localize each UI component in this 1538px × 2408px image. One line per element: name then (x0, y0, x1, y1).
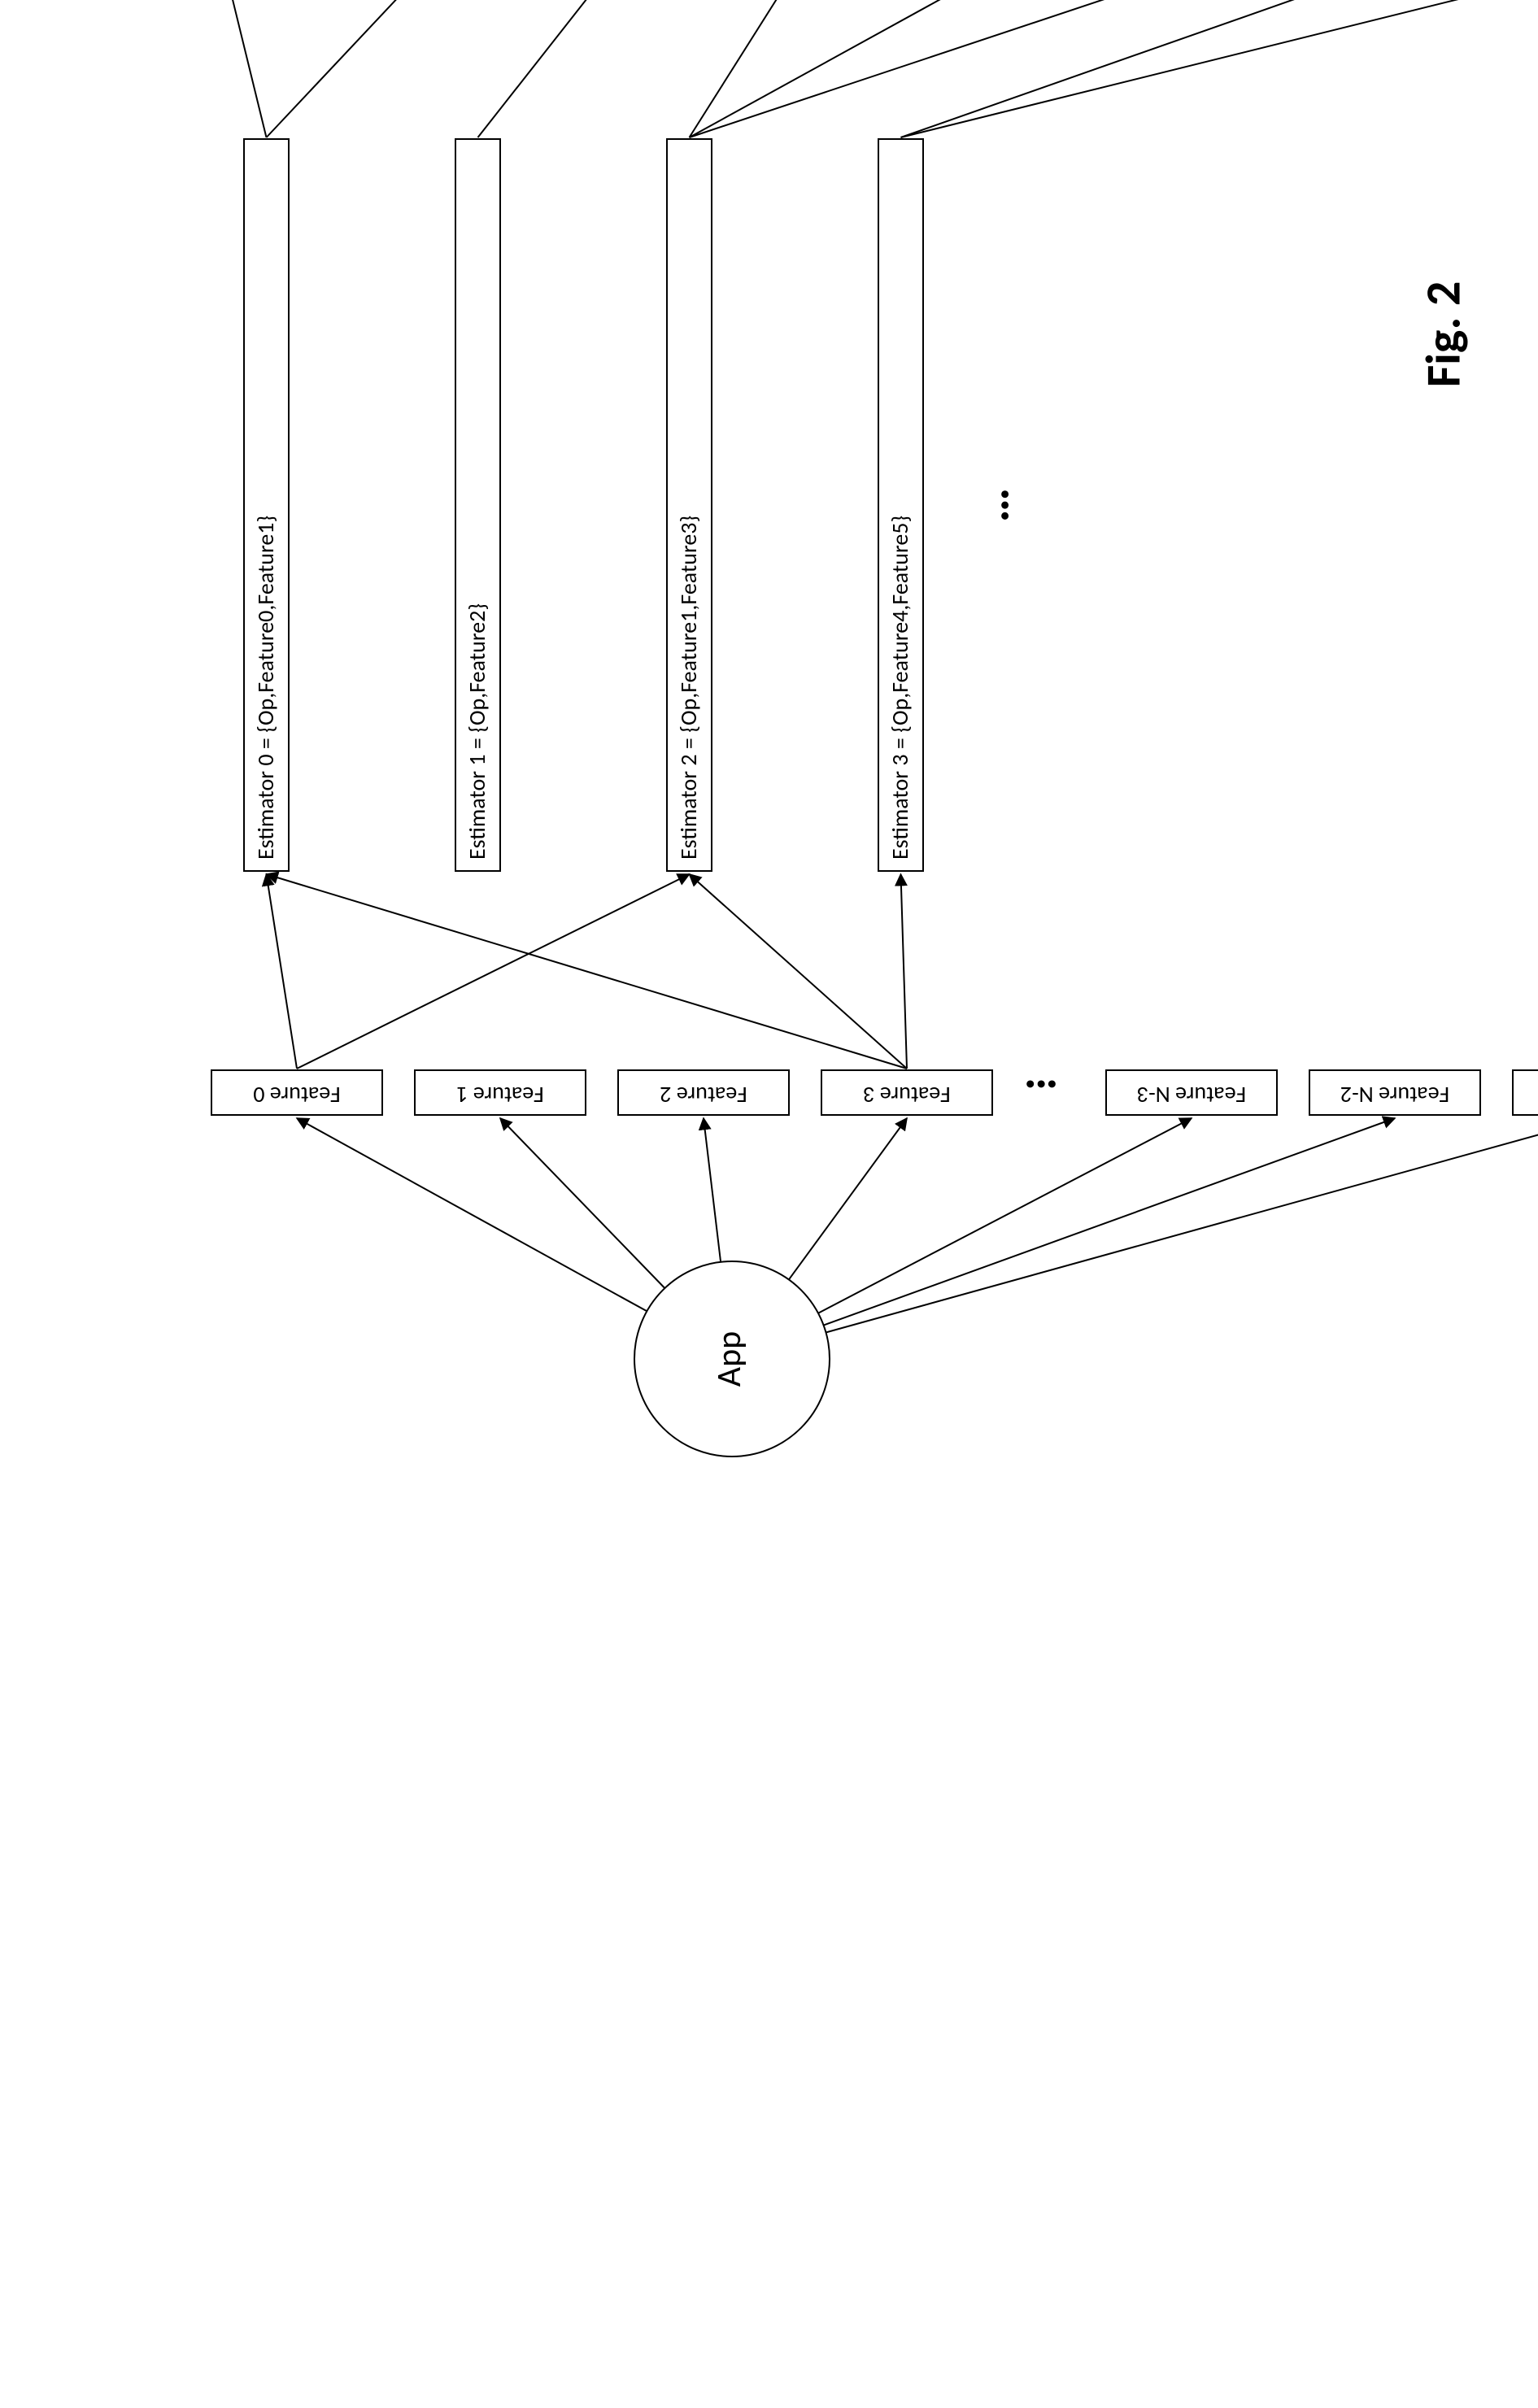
edge (690, 874, 908, 1069)
estimator-label: Estimator 1 = {Op,Feature2} (463, 603, 491, 860)
feature-label: Feature 0 (253, 1081, 340, 1109)
estimator-label: Estimator 3 = {Op,Feature4,Feature5} (886, 516, 914, 860)
feature-label: Feature 3 (863, 1081, 950, 1109)
feature-label: Feature 1 (456, 1081, 543, 1109)
edge (297, 874, 690, 1069)
edge (818, 1118, 1192, 1313)
app-label: App (708, 1331, 750, 1387)
edge (901, 0, 1538, 137)
estimator-label: Estimator 0 = {Op,Feature0,Feature1} (251, 516, 280, 860)
edge (500, 1118, 664, 1288)
edge (267, 874, 908, 1069)
figure-label: Fig. 2 (1414, 281, 1474, 388)
feature-ellipsis: … (1024, 1067, 1059, 1126)
edge (901, 874, 908, 1069)
edge (267, 874, 298, 1069)
edge (826, 1118, 1538, 1332)
diagram-svg: App Feature 0 Feature 1 Feature 2 Feature 3 F… (0, 0, 1538, 2408)
edge (478, 0, 603, 137)
feature-label: Feature 2 (660, 1081, 747, 1109)
feature-label: Feature N-3 (1137, 1081, 1246, 1109)
edge (228, 0, 267, 137)
edge (824, 1118, 1395, 1326)
edge (704, 1118, 721, 1262)
feature-box (1513, 1070, 1538, 1115)
edge (267, 0, 416, 137)
estimator-ellipsis: … (963, 488, 1022, 523)
edge (901, 0, 1351, 137)
estimator-label: Estimator 2 = {Op,Feature1,Feature3} (674, 516, 703, 860)
feature-label: Feature N-2 (1340, 1081, 1449, 1109)
edge (690, 0, 1164, 137)
edge (789, 1118, 907, 1279)
edge (690, 0, 790, 137)
